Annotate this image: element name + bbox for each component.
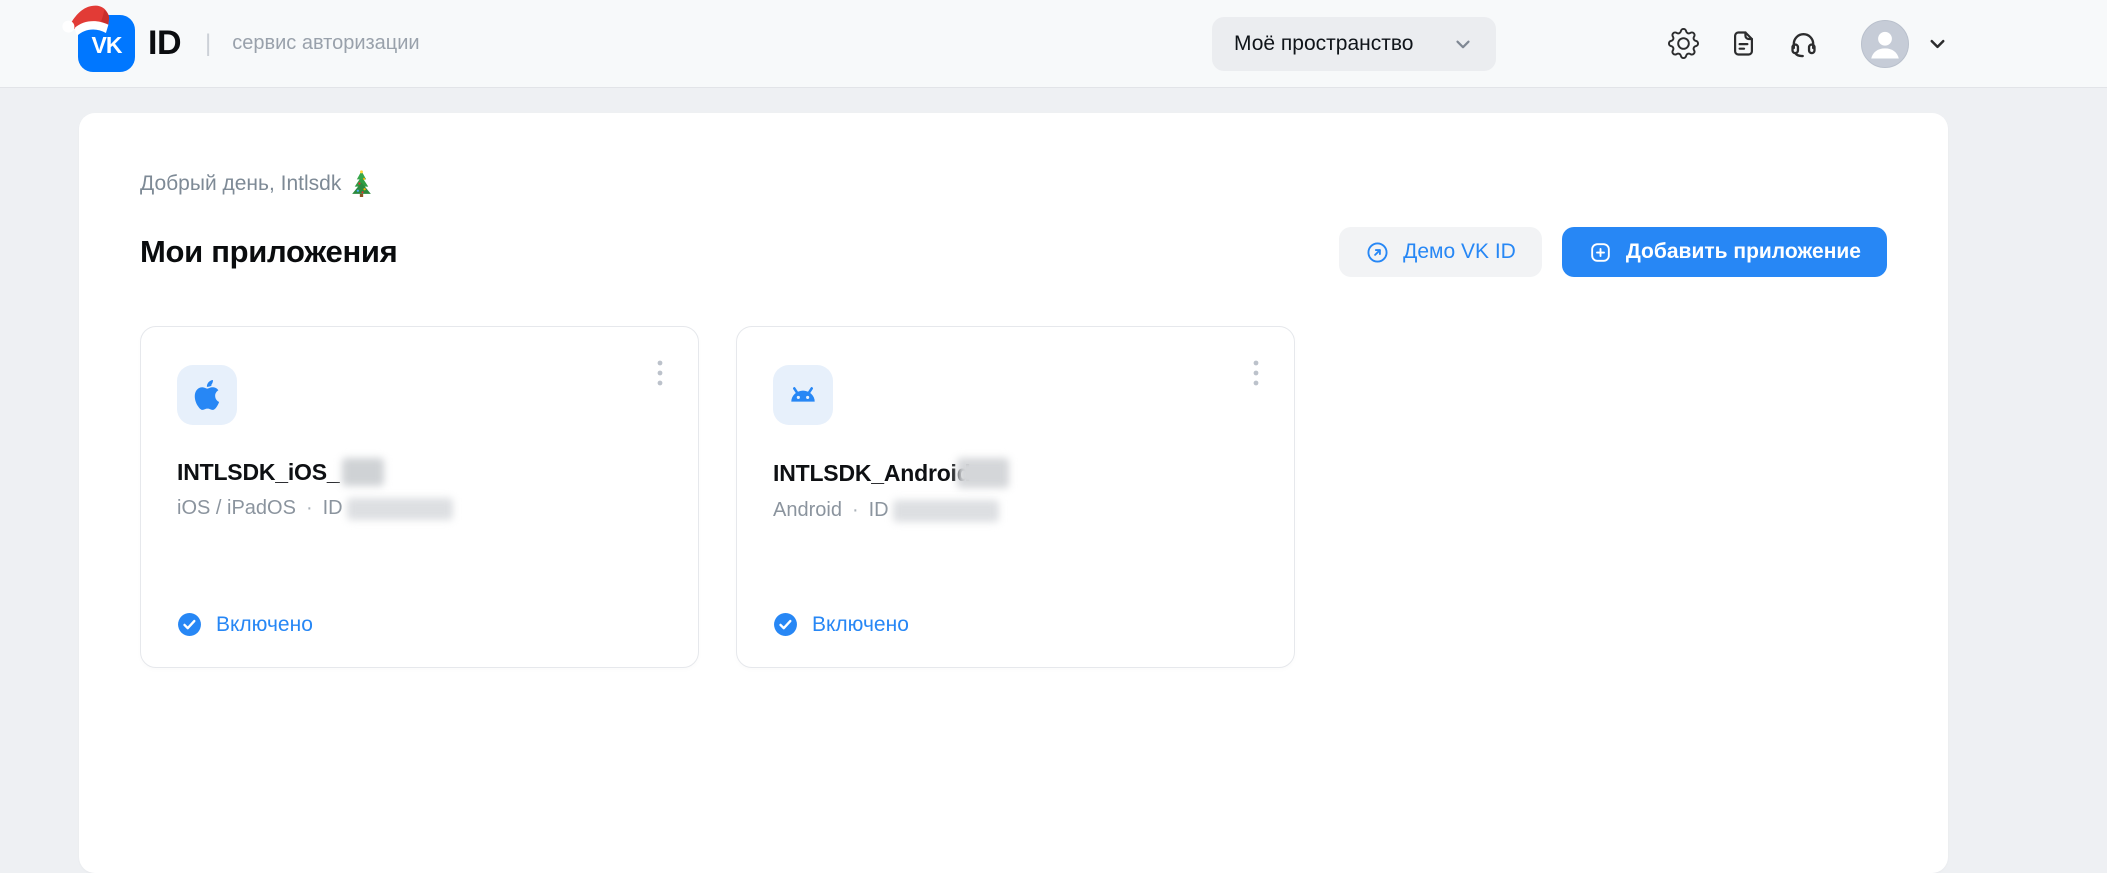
check-circle-icon: [178, 613, 201, 636]
logo-product-name: ID: [148, 24, 182, 62]
check-circle-icon: [774, 613, 797, 636]
apps-grid: INTLSDK_iOS_ iOS / iPadOS · ID Включено: [140, 326, 1887, 668]
section-header: Мои приложения Демо VK ID Добавить прило…: [140, 227, 1887, 277]
vk-logo-badge: VK: [62, 5, 135, 72]
logo-tagline: сервис авторизации: [232, 32, 420, 54]
redacted-name-chip: [342, 458, 385, 486]
demo-vkid-button[interactable]: Демо VK ID: [1339, 227, 1542, 277]
status-badge: Включено: [177, 612, 662, 637]
app-id-label: ID: [322, 497, 343, 519]
apple-platform-tile: [177, 365, 237, 425]
greeting-text: Добрый день, Intlsdk: [140, 171, 342, 195]
app-name-row: INTLSDK_Android: [773, 458, 1258, 488]
android-platform-tile: [773, 365, 833, 425]
app-platform: iOS / iPadOS: [177, 497, 296, 519]
status-label: Включено: [812, 612, 909, 636]
app-id-label: ID: [868, 499, 889, 521]
document-icon: [1733, 31, 1753, 56]
app-meta-row: iOS / iPadOS · ID: [177, 497, 662, 520]
santa-hat-icon: [62, 5, 110, 37]
account-menu-chevron[interactable]: [1926, 32, 1949, 55]
chevron-down-icon: [1452, 33, 1474, 55]
card-menu-button[interactable]: [648, 351, 672, 395]
android-icon: [791, 387, 815, 402]
redacted-id-chip: [892, 499, 999, 522]
chevron-down-icon: [1930, 39, 1945, 49]
avatar[interactable]: [1861, 19, 1909, 68]
gear-icon: [1667, 28, 1699, 59]
app-name: INTLSDK_Android: [773, 459, 971, 486]
christmas-tree-icon: [352, 170, 372, 197]
kebab-menu-icon: [657, 360, 663, 386]
status-label: Включено: [216, 612, 313, 636]
app-name-row: INTLSDK_iOS_: [177, 458, 662, 486]
app-card-ios[interactable]: INTLSDK_iOS_ iOS / iPadOS · ID Включено: [140, 326, 699, 668]
space-selector-value: Моё пространство: [1234, 31, 1414, 55]
vk-id-console: VK ID | сервис авторизации Моё пространс…: [0, 0, 2107, 873]
demo-button-label: Демо VK ID: [1403, 240, 1516, 263]
page-title: Мои приложения: [140, 234, 398, 269]
top-bar-right: Моё пространство: [1212, 16, 1949, 71]
settings-button[interactable]: [1666, 27, 1700, 61]
space-selector-dropdown[interactable]: Моё пространство: [1212, 16, 1496, 71]
header-actions: Демо VK ID Добавить приложение: [1339, 227, 1887, 277]
app-meta-row: Android · ID: [773, 499, 1258, 522]
user-silhouette-icon: [1871, 31, 1899, 58]
redacted-name-chip: [956, 458, 1009, 488]
add-app-button[interactable]: Добавить приложение: [1561, 227, 1887, 277]
apple-icon: [194, 379, 220, 410]
vk-id-logo[interactable]: VK ID: [62, 5, 182, 72]
support-button[interactable]: [1786, 27, 1820, 61]
kebab-menu-icon: [1253, 360, 1259, 386]
redacted-id-chip: [346, 497, 453, 520]
add-button-label: Добавить приложение: [1625, 240, 1861, 263]
content-panel: Добрый день, Intlsdk Мои приложения Демо…: [79, 113, 1948, 873]
app-name: INTLSDK_iOS_: [177, 458, 340, 485]
greeting: Добрый день, Intlsdk: [140, 170, 1887, 197]
top-bar: VK ID | сервис авторизации Моё пространс…: [0, 0, 2107, 88]
plus-square-icon: [1591, 242, 1610, 262]
headset-icon: [1790, 33, 1816, 58]
app-platform: Android: [773, 499, 842, 521]
toolbar-icons: [1666, 27, 1820, 61]
card-menu-button[interactable]: [1244, 351, 1268, 395]
logo-separator: |: [205, 29, 212, 57]
app-card-android[interactable]: INTLSDK_Android Android · ID Включено: [736, 326, 1295, 668]
external-link-circle-icon: [1367, 242, 1388, 262]
meta-separator: ·: [305, 497, 313, 519]
status-badge: Включено: [773, 612, 1258, 637]
docs-button[interactable]: [1726, 27, 1760, 61]
meta-separator: ·: [851, 499, 859, 521]
